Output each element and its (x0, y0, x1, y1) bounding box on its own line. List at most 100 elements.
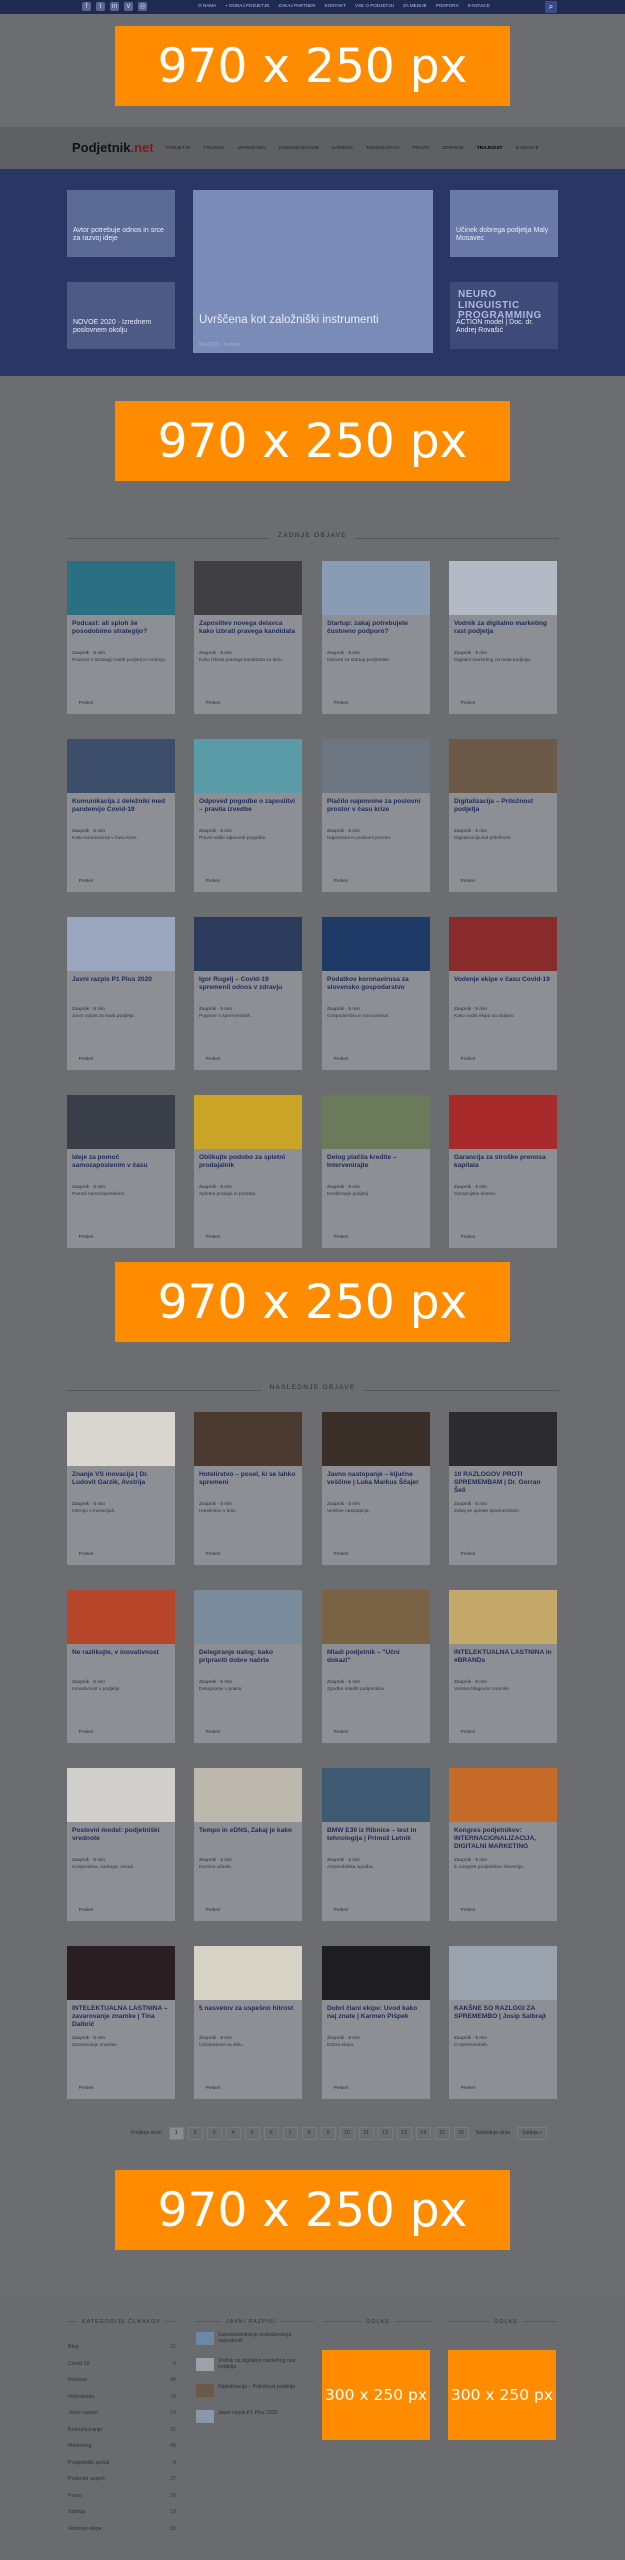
read-more-button[interactable]: Preberi (330, 1550, 352, 1557)
read-more-button[interactable]: Preberi (457, 1233, 479, 1240)
menu-item[interactable]: Pravo (413, 146, 429, 151)
article-title[interactable]: Javno nastopanje – ključne veščine | Luk… (327, 1471, 425, 1487)
article-title[interactable]: Podatkov koronavirusa za slovensko gospo… (327, 976, 425, 992)
page-number[interactable]: 2 (187, 2127, 203, 2140)
category-name[interactable]: Blog (68, 2344, 79, 2350)
article-thumbnail[interactable] (67, 1768, 175, 1822)
article-thumbnail[interactable] (449, 1590, 557, 1644)
top-link[interactable]: + dodaj podjetje (225, 3, 269, 8)
read-more-button[interactable]: Preberi (75, 1906, 97, 1913)
category-item[interactable]: Poslovni uspeh 37 (68, 2476, 176, 2482)
read-more-button[interactable]: Preberi (330, 699, 352, 706)
read-more-button[interactable]: Preberi (75, 699, 97, 706)
category-item[interactable]: Blog 11 (68, 2344, 176, 2350)
page-number[interactable]: 9 (320, 2127, 336, 2140)
article-card[interactable]: Podcast: ali sploh še posodobimo strateg… (67, 561, 175, 714)
recent-title[interactable]: Vodnik za digitalno marketing rast podje… (218, 2358, 314, 2371)
article-thumbnail[interactable] (322, 1946, 430, 2000)
article-title[interactable]: INTELEKTUALNA LASTNINA in #BRANDs (454, 1649, 552, 1665)
category-item[interactable]: Covid-19 6 (68, 2361, 176, 2367)
read-more-button[interactable]: Preberi (457, 2084, 479, 2091)
article-thumbnail[interactable] (449, 739, 557, 793)
menu-item[interactable]: Tehnologija (366, 146, 400, 151)
article-thumbnail[interactable] (449, 1768, 557, 1822)
article-title[interactable]: Delog plačila kredite – Intervenirajte (327, 1154, 425, 1170)
category-item[interactable]: Komuniciranje 31 (68, 2427, 176, 2433)
article-card[interactable]: Delegiranje nalog: kako pripraviti dobre… (194, 1590, 302, 1743)
top-link[interactable]: podpora (436, 3, 459, 8)
vimeo-icon[interactable]: v (124, 2, 133, 11)
read-more-button[interactable]: Preberi (330, 877, 352, 884)
menu-item[interactable]: Trajnost (477, 146, 503, 151)
article-card[interactable]: Hotelirstvo – posel, ki se lahko spremen… (194, 1412, 302, 1565)
read-more-button[interactable]: Preberi (330, 1055, 352, 1062)
article-title[interactable]: KAKŠNE SO RAZLOGI ZA SPREMEMBO | Josip S… (454, 2005, 552, 2021)
article-thumbnail[interactable] (67, 561, 175, 615)
read-more-button[interactable]: Preberi (75, 2084, 97, 2091)
article-card[interactable]: Oblikujte podobo za spletni prodajalnik Z… (194, 1095, 302, 1248)
top-link[interactable]: kontakt (325, 3, 346, 8)
read-more-button[interactable]: Preberi (457, 1906, 479, 1913)
article-thumbnail[interactable] (322, 1095, 430, 1149)
article-card[interactable]: Igor Rugelj – Covid-19 spremenil odnos v… (194, 917, 302, 1070)
ad-banner-1[interactable]: 970 x 250 px (115, 401, 510, 481)
ad-box-2[interactable]: 300 x 250 px (448, 2350, 556, 2440)
article-card[interactable]: Komunikacija z deležniki med pandemijo C… (67, 739, 175, 892)
page-number[interactable]: 11 (358, 2127, 374, 2140)
category-item[interactable]: Marketing 48 (68, 2443, 176, 2449)
read-more-button[interactable]: Preberi (457, 877, 479, 884)
page-number[interactable]: 14 (415, 2127, 431, 2140)
article-title[interactable]: Delegiranje nalog: kako pripraviti dobre… (199, 1649, 297, 1665)
menu-item[interactable]: Podjetje (166, 146, 191, 151)
top-link[interactable]: o nama (198, 3, 216, 8)
article-title[interactable]: Poslovni model: podjetniški vrednote (72, 1827, 170, 1843)
top-link[interactable]: za medije (403, 3, 427, 8)
article-card[interactable]: Tempo in eDNS, Zakaj je kako Zaupnik · 5 … (194, 1768, 302, 1921)
menu-item[interactable]: Marketing (238, 146, 267, 151)
article-card[interactable]: KAKŠNE SO RAZLOGI ZA SPREMEMBO | Josip S… (449, 1946, 557, 2099)
page-number[interactable]: 8 (301, 2127, 317, 2140)
article-thumbnail[interactable] (449, 1095, 557, 1149)
category-name[interactable]: Podjetniški portal (68, 2460, 109, 2466)
page-number[interactable]: 1 (168, 2127, 184, 2140)
article-card[interactable]: Znanje VS inovacija | Dr. Ludovit Garzik… (67, 1412, 175, 1565)
menu-item[interactable]: Komuniciranje (279, 146, 319, 151)
ad-banner-top[interactable]: 970 x 250 px (115, 26, 510, 106)
article-card[interactable]: INTELEKTUALNA LASTNINA in #BRANDs Zaupnik… (449, 1590, 557, 1743)
article-card[interactable]: Podatkov koronavirusa za slovensko gospo… (322, 917, 430, 1070)
article-title[interactable]: Startup: zakaj potrebujete čustveno podp… (327, 620, 425, 636)
article-card[interactable]: Kongres podjetnikov: INTERNACIONALIZACIJ… (449, 1768, 557, 1921)
facebook-icon[interactable]: f (82, 2, 91, 11)
article-title[interactable]: Znanje VS inovacija | Dr. Ludovit Garzik… (72, 1471, 170, 1487)
category-item[interactable]: Startup 19 (68, 2509, 176, 2515)
rss-icon[interactable]: ◎ (138, 2, 147, 11)
article-thumbnail[interactable] (67, 1946, 175, 2000)
article-thumbnail[interactable] (449, 917, 557, 971)
page-number[interactable]: 10 (339, 2127, 355, 2140)
article-thumbnail[interactable] (67, 1412, 175, 1466)
top-link[interactable]: e-novice (468, 3, 490, 8)
article-card[interactable]: Javni razpis P1 Plus 2020 Zaupnik · 5 min… (67, 917, 175, 1070)
article-title[interactable]: Hotelirstvo – posel, ki se lahko spremen… (199, 1471, 297, 1487)
article-card[interactable]: Dobri člani ekipe: Uvod kako naj znate |… (322, 1946, 430, 2099)
read-more-button[interactable]: Preberi (75, 1728, 97, 1735)
article-thumbnail[interactable] (194, 1412, 302, 1466)
article-title[interactable]: Garancija za stroške prenosa kapitala (454, 1154, 552, 1170)
article-title[interactable]: Javni razpis P1 Plus 2020 (72, 976, 170, 984)
read-more-button[interactable]: Preberi (75, 1233, 97, 1240)
read-more-button[interactable]: Preberi (202, 1906, 224, 1913)
article-thumbnail[interactable] (194, 917, 302, 971)
category-item[interactable]: Vodenje ekipe 33 (68, 2526, 176, 2532)
article-thumbnail[interactable] (322, 561, 430, 615)
article-thumbnail[interactable] (67, 1095, 175, 1149)
read-more-button[interactable]: Preberi (202, 1233, 224, 1240)
read-more-button[interactable]: Preberi (202, 877, 224, 884)
article-title[interactable]: Vodnik za digitalno marketing rast podje… (454, 620, 552, 636)
page-number[interactable]: 3 (206, 2127, 222, 2140)
twitter-icon[interactable]: t (96, 2, 105, 11)
menu-item[interactable]: Kariera (332, 146, 353, 151)
article-thumbnail[interactable] (322, 917, 430, 971)
pagination-last[interactable]: Zadnja » (517, 2127, 547, 2140)
recent-thumbnail[interactable] (196, 2332, 214, 2345)
article-thumbnail[interactable] (322, 739, 430, 793)
